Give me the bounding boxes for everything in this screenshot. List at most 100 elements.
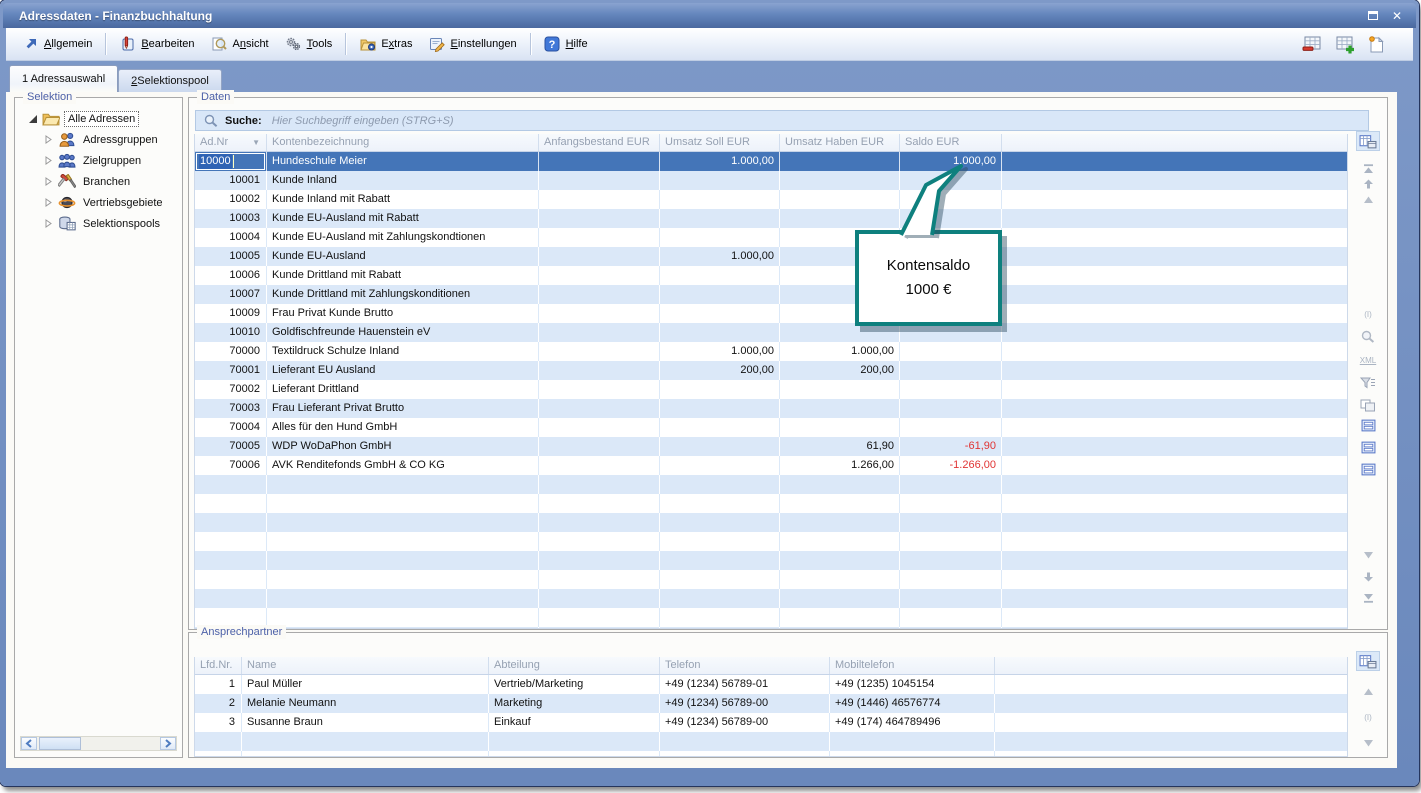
contacts-column-header-2[interactable]: Name — [242, 657, 489, 674]
step-up-icon[interactable] — [1356, 189, 1380, 209]
table-row[interactable]: 10006Kunde Drittland mit Rabatt — [195, 266, 1347, 285]
table-remove-icon[interactable] — [1301, 34, 1323, 54]
menu-item-hilfe[interactable]: ?Hilfe — [536, 33, 596, 56]
table-row[interactable]: 70005WDP WoDaPhon GmbH61,90-61,90 — [195, 437, 1347, 456]
count-icon[interactable]: (I) — [1356, 304, 1380, 324]
cell-umsatz-haben: 61,90 — [780, 437, 900, 456]
column-header-1[interactable]: Ad.Nr▼ — [195, 134, 267, 151]
column-header-3[interactable]: Anfangsbestand EUR — [539, 134, 660, 151]
table-row[interactable]: 70002Lieferant Drittland — [195, 380, 1347, 399]
tab-adressauswahl[interactable]: 1 Adressauswahl — [9, 65, 118, 92]
tree-item-vertriebsgebiete[interactable]: Vertriebsgebiete — [15, 192, 180, 213]
contacts-column-header-5[interactable]: Mobiltelefon — [830, 657, 995, 674]
cell-anfangsbestand — [539, 475, 660, 494]
cell-filler — [1002, 532, 1347, 551]
cell-filler — [1002, 627, 1347, 629]
table-row[interactable]: 10005Kunde EU-Ausland1.000,00 — [195, 247, 1347, 266]
scroll-right-button[interactable] — [160, 737, 176, 750]
column-header-2[interactable]: Kontenbezeichnung — [267, 134, 539, 151]
table-row[interactable]: 10004Kunde EU-Ausland mit Zahlungskondti… — [195, 228, 1347, 247]
table-row[interactable]: 70000Textildruck Schulze Inland1.000,001… — [195, 342, 1347, 361]
table-row[interactable]: 70003Frau Lieferant Privat Brutto — [195, 399, 1347, 418]
expander-closed-icon[interactable] — [15, 219, 57, 228]
xml-icon[interactable]: XML — [1356, 350, 1380, 370]
cell-kontenbezeichnung: AVK Renditefonds GmbH & CO KG — [267, 456, 539, 475]
contacts-column-header-3[interactable]: Abteilung — [489, 657, 660, 674]
close-button[interactable]: ✕ — [1388, 8, 1406, 24]
scroll-left-button[interactable] — [21, 737, 37, 750]
step-down-icon[interactable] — [1356, 545, 1380, 565]
expander-open-icon[interactable] — [15, 115, 41, 123]
table-row[interactable]: 10007Kunde Drittland mit Zahlungskonditi… — [195, 285, 1347, 304]
table-row[interactable]: 10000Hundeschule Meier1.000,001.000,00 — [195, 152, 1347, 171]
svg-text:?: ? — [549, 39, 556, 51]
table-row[interactable]: 70006AVK Renditefonds GmbH & CO KG1.266,… — [195, 456, 1347, 475]
contacts-column-header-4[interactable]: Telefon — [660, 657, 830, 674]
page-down-icon[interactable] — [1356, 567, 1380, 587]
copy-icon[interactable] — [1356, 395, 1380, 415]
tree-item-alle-adressen[interactable]: Alle Adressen — [15, 108, 180, 129]
menu-item-allgemein[interactable]: Allgemein — [14, 33, 100, 56]
contact-row[interactable]: 3Susanne BraunEinkauf+49 (1234) 56789-00… — [195, 713, 1347, 732]
cell-name: Susanne Braun — [242, 713, 489, 732]
table-row[interactable]: 10009Frau Privat Kunde Brutto — [195, 304, 1347, 323]
cell-umsatz-haben — [780, 475, 900, 494]
tree-item-selektionspools[interactable]: Selektionspools — [15, 213, 180, 234]
tree-item-zielgruppen[interactable]: Zielgruppen — [15, 150, 180, 171]
adnr-edit-cell[interactable]: 10000 — [196, 153, 265, 170]
column-header-6[interactable]: Saldo EUR — [900, 134, 1002, 151]
cell-saldo — [900, 494, 1002, 513]
cell-abteilung — [489, 751, 660, 757]
contact-row[interactable]: 2Melanie NeumannMarketing+49 (1234) 5678… — [195, 694, 1347, 713]
selektion-hscrollbar[interactable] — [20, 736, 177, 751]
layout-icon[interactable] — [1356, 459, 1380, 479]
table-row[interactable]: 10001Kunde Inland — [195, 171, 1347, 190]
new-document-icon[interactable] — [1365, 34, 1387, 54]
search-bar[interactable]: Suche: — [195, 110, 1369, 131]
scrollbar-thumb[interactable] — [39, 737, 81, 750]
scrollbar-track[interactable] — [81, 737, 160, 750]
menu-item-ansicht[interactable]: Ansicht — [203, 33, 277, 56]
layout-icon[interactable] — [1356, 415, 1380, 435]
table-row[interactable]: 10002Kunde Inland mit Rabatt — [195, 190, 1347, 209]
table-row[interactable]: 10003Kunde EU-Ausland mit Rabatt — [195, 209, 1347, 228]
layout-icon[interactable] — [1356, 437, 1380, 457]
contacts-column-header-1[interactable]: Lfd.Nr. — [195, 657, 242, 674]
tree-item-branchen[interactable]: Branchen — [15, 171, 180, 192]
expander-closed-icon[interactable] — [15, 177, 57, 186]
count-icon[interactable]: (I) — [1356, 707, 1380, 727]
search-input[interactable] — [270, 114, 1362, 128]
column-chooser-icon[interactable] — [1356, 651, 1380, 671]
table-row[interactable]: 70001Lieferant EU Ausland200,00200,00 — [195, 361, 1347, 380]
column-header-4[interactable]: Umsatz Soll EUR — [660, 134, 780, 151]
cell-umsatz-soll — [660, 627, 780, 629]
menu-item-tools[interactable]: Tools — [277, 33, 341, 56]
cell-umsatz-soll — [660, 589, 780, 608]
table-row[interactable]: 10010Goldfischfreunde Hauenstein eV — [195, 323, 1347, 342]
column-chooser-icon[interactable] — [1356, 131, 1380, 151]
menu-item-bearbeiten[interactable]: Bearbeiten — [111, 33, 202, 56]
search-icon[interactable] — [1356, 327, 1380, 347]
menu-item-extras[interactable]: Extras — [351, 33, 420, 56]
step-down-icon[interactable] — [1356, 733, 1380, 753]
scroll-bottom-icon[interactable] — [1356, 588, 1380, 608]
tree-item-label: Adressgruppen — [80, 133, 161, 147]
cell-abteilung: Marketing — [489, 694, 660, 713]
filter-icon[interactable] — [1356, 373, 1380, 393]
expander-closed-icon[interactable] — [15, 198, 57, 207]
restore-button[interactable] — [1364, 8, 1382, 24]
contact-row[interactable]: 1Paul MüllerVertrieb/Marketing+49 (1234)… — [195, 675, 1347, 694]
table-add-icon[interactable] — [1333, 34, 1355, 54]
expander-closed-icon[interactable] — [15, 135, 57, 144]
arrow-ne-icon — [22, 36, 39, 53]
menu-item-einstellungen[interactable]: Einstellungen — [421, 33, 525, 56]
cell-kontenbezeichnung: Kunde Drittland mit Rabatt — [267, 266, 539, 285]
expander-closed-icon[interactable] — [15, 156, 57, 165]
cell-telefon: +49 (1234) 56789-00 — [660, 694, 830, 713]
tree-item-adressgruppen[interactable]: Adressgruppen — [15, 129, 180, 150]
column-header-5[interactable]: Umsatz Haben EUR — [780, 134, 900, 151]
step-up-icon[interactable] — [1356, 681, 1380, 701]
table-row[interactable]: 70004Alles für den Hund GmbH — [195, 418, 1347, 437]
tab-selektionspool[interactable]: 2 Selektionspool — [118, 69, 222, 92]
cell-filler — [1002, 399, 1347, 418]
